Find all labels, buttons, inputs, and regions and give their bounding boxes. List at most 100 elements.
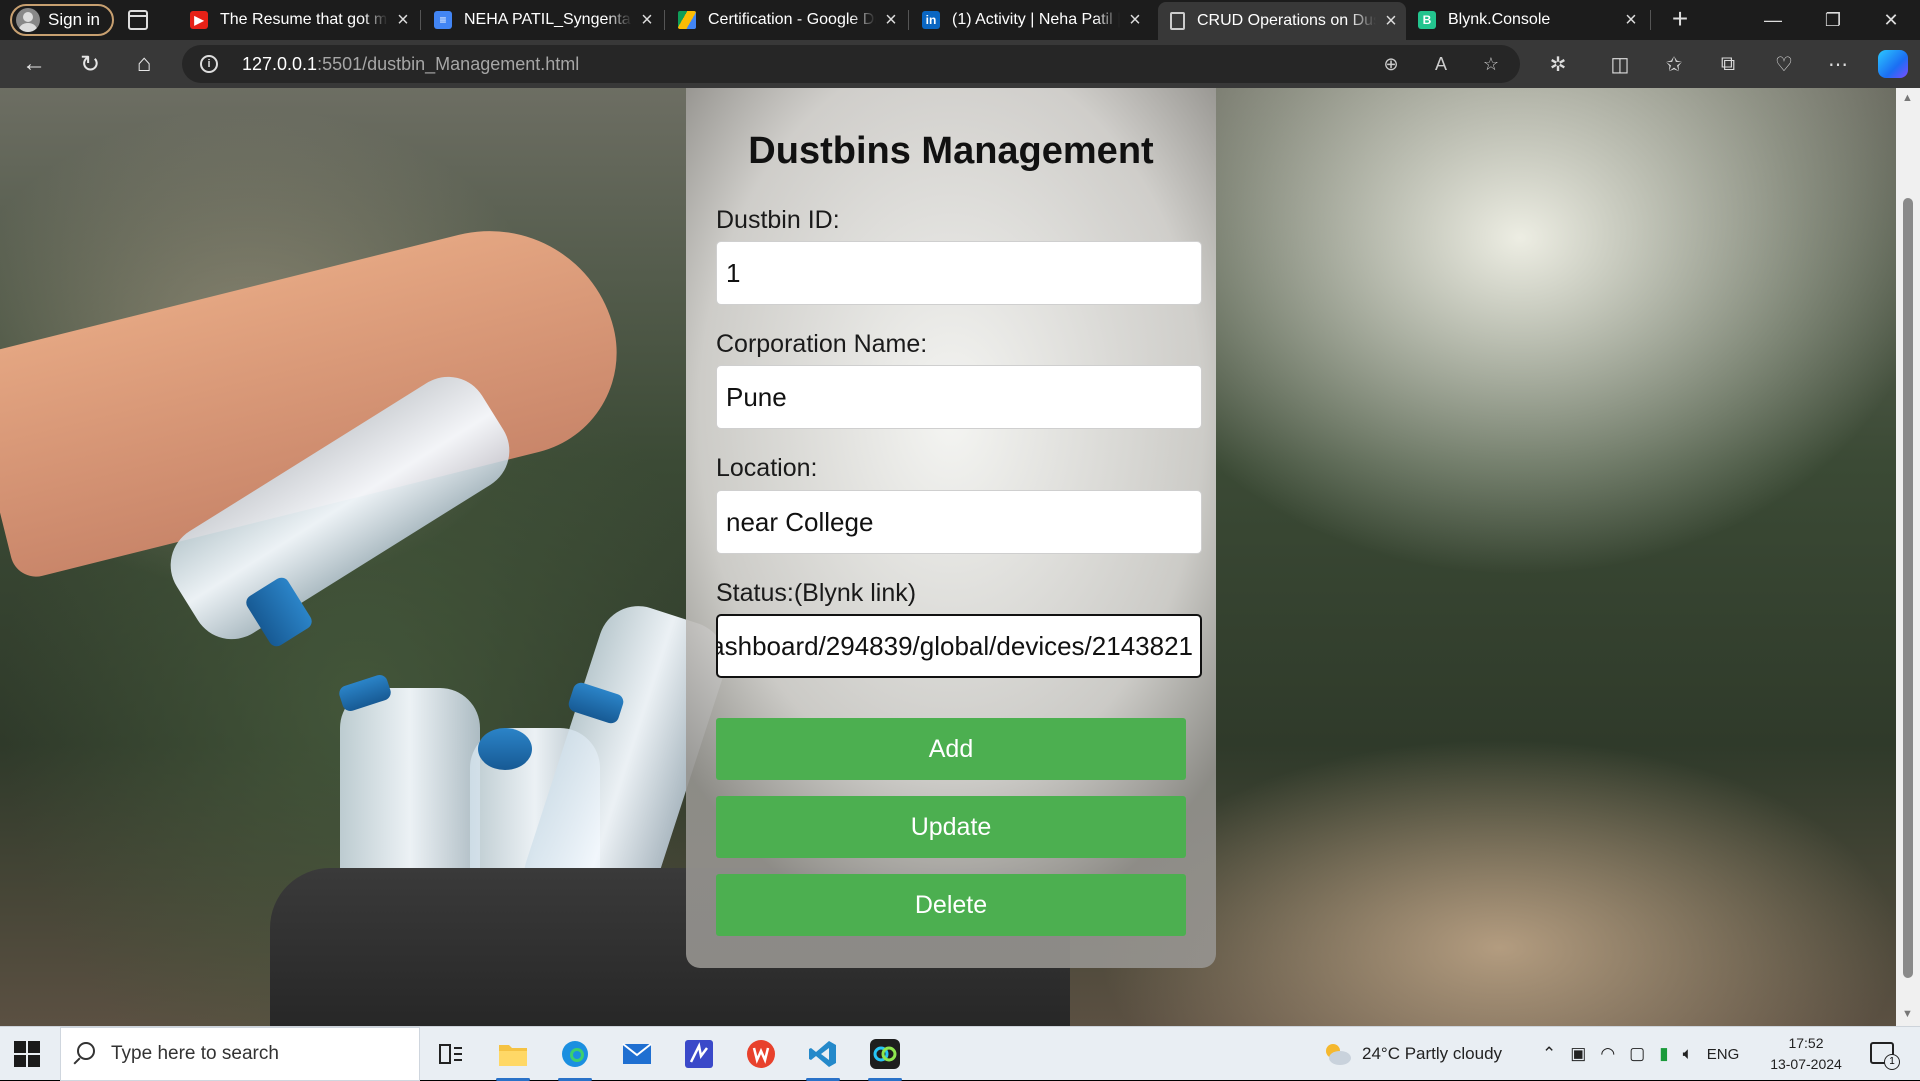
close-tab-icon[interactable]: × [632, 9, 662, 32]
update-button[interactable]: Update [716, 796, 1186, 858]
notifications-icon[interactable]: 1 [1870, 1042, 1900, 1070]
chevron-up-icon[interactable]: ⌃ [1542, 1044, 1556, 1064]
close-tab-icon[interactable]: × [1616, 9, 1646, 32]
windows-start-icon[interactable] [14, 1041, 40, 1067]
url-path: :5501/dustbin_Management.html [317, 54, 580, 74]
tab-title: Certification - Google Dr [708, 11, 876, 28]
corporation-name-value: Pune [726, 381, 787, 412]
battery-icon[interactable]: ▮ [1659, 1044, 1668, 1064]
tab-google-drive[interactable]: Certification - Google Dr × [666, 0, 906, 40]
dustbin-form-card: Dustbins Management Dustbin ID: 1 Corpor… [686, 88, 1216, 968]
back-arrow-icon[interactable]: ← [18, 48, 50, 80]
system-tray: ⌃ ▣ ◠ ▢ ▮ 🔈︎ ENG [1542, 1027, 1739, 1081]
system-clock[interactable]: 17:52 13-07-2024 [1756, 1033, 1856, 1075]
scroll-down-arrow-icon[interactable]: ▼ [1902, 1008, 1913, 1020]
add-button[interactable]: Add [716, 718, 1186, 780]
favorites-icon[interactable]: ✩ [1658, 48, 1690, 80]
tab-separator [664, 10, 665, 30]
meet-now-icon[interactable]: ▣ [1570, 1044, 1586, 1064]
clock-time: 17:52 [1788, 1035, 1824, 1051]
tab-youtube[interactable]: ▶ The Resume that got me × [178, 0, 418, 40]
refresh-icon[interactable]: ↻ [74, 48, 106, 80]
volume-icon[interactable]: 🔈︎ [1683, 1044, 1693, 1064]
mail-icon[interactable] [618, 1035, 656, 1073]
tab-title: NEHA PATIL_Syngenta - G [464, 11, 632, 28]
extensions-icon[interactable]: ✲ [1542, 48, 1574, 80]
new-tab-plus-icon[interactable]: + [1664, 4, 1696, 36]
clock-date: 13-07-2024 [1770, 1056, 1842, 1072]
page-viewport: Dustbins Management Dustbin ID: 1 Corpor… [0, 88, 1920, 1026]
webex-icon[interactable] [866, 1035, 904, 1081]
url-text[interactable]: 127.0.0.1:5501/dustbin_Management.html [242, 54, 579, 75]
scrollbar-thumb[interactable] [1903, 198, 1913, 978]
blynk-icon: B [1418, 11, 1436, 29]
delete-button[interactable]: Delete [716, 874, 1186, 936]
page-icon [1170, 12, 1185, 30]
dustbin-id-input[interactable]: 1 [716, 241, 1202, 305]
location-input[interactable]: near College [716, 490, 1202, 554]
tab-linkedin[interactable]: in (1) Activity | Neha Patil | L × [910, 0, 1150, 40]
close-tab-icon[interactable]: × [388, 9, 418, 32]
math-app-icon[interactable] [680, 1035, 718, 1073]
corporation-name-input[interactable]: Pune [716, 365, 1202, 429]
scroll-up-arrow-icon[interactable]: ▲ [1902, 92, 1913, 104]
windows-taskbar: Type here to search 24°C Partly cloudy ⌃… [0, 1026, 1920, 1081]
wps-office-icon[interactable] [742, 1035, 780, 1073]
weather-widget[interactable]: 24°C Partly cloudy [1322, 1027, 1502, 1081]
taskbar-search-box[interactable]: Type here to search [60, 1027, 420, 1081]
background-bottle-cap [478, 728, 532, 770]
tab-blynk-console[interactable]: B Blynk.Console × [1406, 0, 1646, 40]
language-indicator[interactable]: ENG [1707, 1046, 1740, 1063]
profile-label: Sign in [48, 10, 100, 29]
linkedin-icon: in [922, 11, 940, 29]
task-view-icon[interactable] [432, 1035, 470, 1073]
search-icon [77, 1042, 95, 1060]
restore-icon[interactable]: ❐ [1804, 0, 1862, 40]
favorite-star-icon[interactable]: ☆ [1478, 51, 1504, 77]
close-window-icon[interactable]: ✕ [1862, 0, 1920, 40]
status-blynk-link-input[interactable]: lashboard/294839/global/devices/2143821 [716, 614, 1202, 678]
google-docs-icon: ≡ [434, 11, 452, 29]
browser-toolbar: ← ↻ ⌂ i 127.0.0.1:5501/dustbin_Managemen… [0, 40, 1920, 88]
youtube-icon: ▶ [190, 11, 208, 29]
close-tab-icon[interactable]: × [1120, 9, 1150, 32]
wifi-icon[interactable]: ◠ [1600, 1044, 1615, 1064]
home-icon[interactable]: ⌂ [128, 48, 160, 80]
site-info-icon[interactable]: i [200, 55, 218, 73]
close-tab-icon[interactable]: × [876, 9, 906, 32]
file-explorer-icon[interactable] [494, 1035, 532, 1081]
tab-strip: Sign in ▶ The Resume that got me × ≡ NEH… [0, 0, 1920, 40]
collections-icon[interactable]: ⧉ [1712, 48, 1744, 80]
url-host: 127.0.0.1 [242, 54, 318, 74]
tab-title: Blynk.Console [1448, 11, 1551, 28]
browser-window: Sign in ▶ The Resume that got me × ≡ NEH… [0, 0, 1920, 1081]
minimize-icon[interactable]: — [1744, 0, 1802, 40]
address-bar[interactable]: i 127.0.0.1:5501/dustbin_Management.html… [182, 45, 1520, 83]
status-blynk-link-label: Status:(Blynk link) [716, 579, 917, 607]
tab-title: CRUD Operations on Dus [1197, 12, 1376, 29]
split-screen-icon[interactable]: ◫ [1604, 48, 1636, 80]
location-value: near College [726, 506, 874, 537]
tab-actions-icon[interactable] [128, 10, 148, 30]
vscode-icon[interactable] [804, 1035, 842, 1081]
browser-essentials-icon[interactable]: ♡ [1768, 48, 1800, 80]
zoom-icon[interactable]: ⊕ [1378, 51, 1404, 77]
google-drive-icon [678, 11, 696, 29]
edge-browser-icon[interactable] [556, 1035, 594, 1081]
location-label: Location: [716, 454, 818, 482]
weather-text: 24°C Partly cloudy [1362, 1044, 1503, 1063]
search-placeholder: Type here to search [111, 1043, 279, 1064]
corporation-name-label: Corporation Name: [716, 330, 928, 358]
profile-button[interactable]: Sign in [10, 4, 114, 36]
tab-separator [908, 10, 909, 30]
page-scrollbar[interactable]: ▲ ▼ [1896, 88, 1920, 1026]
display-icon[interactable]: ▢ [1629, 1044, 1645, 1064]
close-tab-icon[interactable]: × [1376, 10, 1406, 33]
copilot-icon[interactable] [1878, 50, 1908, 78]
tab-google-docs[interactable]: ≡ NEHA PATIL_Syngenta - G × [422, 0, 662, 40]
tab-title: The Resume that got me [220, 11, 388, 28]
tab-crud-operations[interactable]: CRUD Operations on Dus × [1158, 2, 1406, 40]
profile-avatar-icon [16, 8, 40, 32]
read-aloud-icon[interactable]: A [1428, 51, 1454, 77]
more-options-icon[interactable]: ⋯ [1822, 48, 1854, 80]
